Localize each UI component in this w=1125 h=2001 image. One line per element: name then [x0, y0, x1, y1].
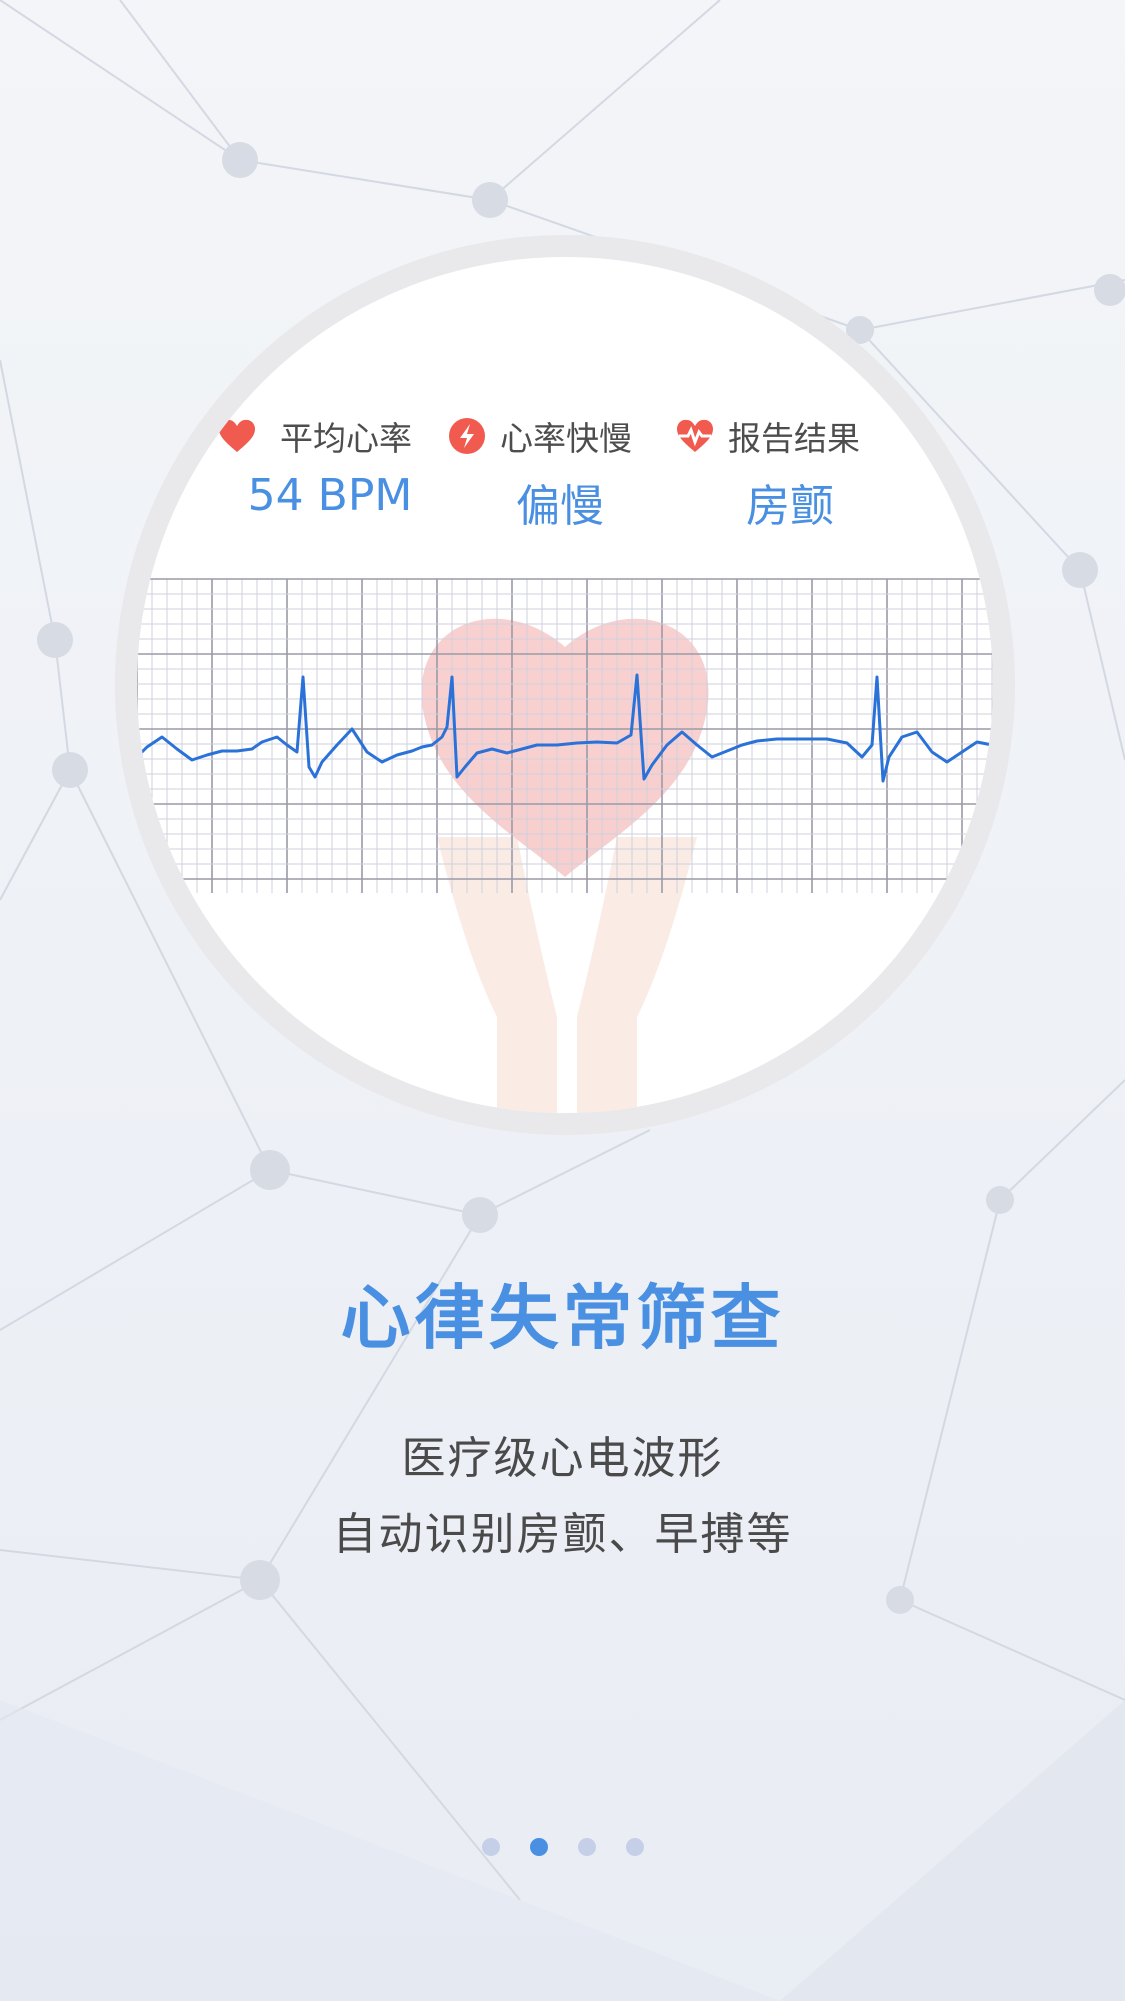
pagination-dot[interactable] — [481, 1838, 500, 1856]
ecg-illustration — [137, 257, 993, 1113]
metric-label-heart-speed: 心率快慢 — [500, 419, 632, 458]
metric-label-avg-heart-rate: 平均心率 — [280, 419, 412, 458]
ecg-art — [137, 418, 993, 1113]
pagination-dot[interactable] — [577, 1838, 596, 1856]
heartbeat-icon — [677, 419, 713, 452]
metric-value-heart-speed: 偏慢 — [516, 481, 604, 532]
lightning-icon — [449, 418, 485, 454]
heart-icon — [219, 419, 255, 452]
metric-value-report-result: 房颤 — [746, 481, 834, 532]
pagination-dots — [0, 1838, 1125, 1862]
metric-label-report-result: 报告结果 — [728, 419, 860, 458]
pagination-dot[interactable] — [625, 1838, 644, 1856]
metric-value-avg-heart-rate: 54 BPM — [247, 470, 413, 521]
pagination-dot[interactable] — [529, 1838, 548, 1856]
page-title: 心律失常筛查 — [340, 1277, 785, 1359]
description-line-2: 自动识别房颤、早搏等 — [332, 1509, 793, 1560]
description-line-1: 医疗级心电波形 — [401, 1433, 724, 1484]
